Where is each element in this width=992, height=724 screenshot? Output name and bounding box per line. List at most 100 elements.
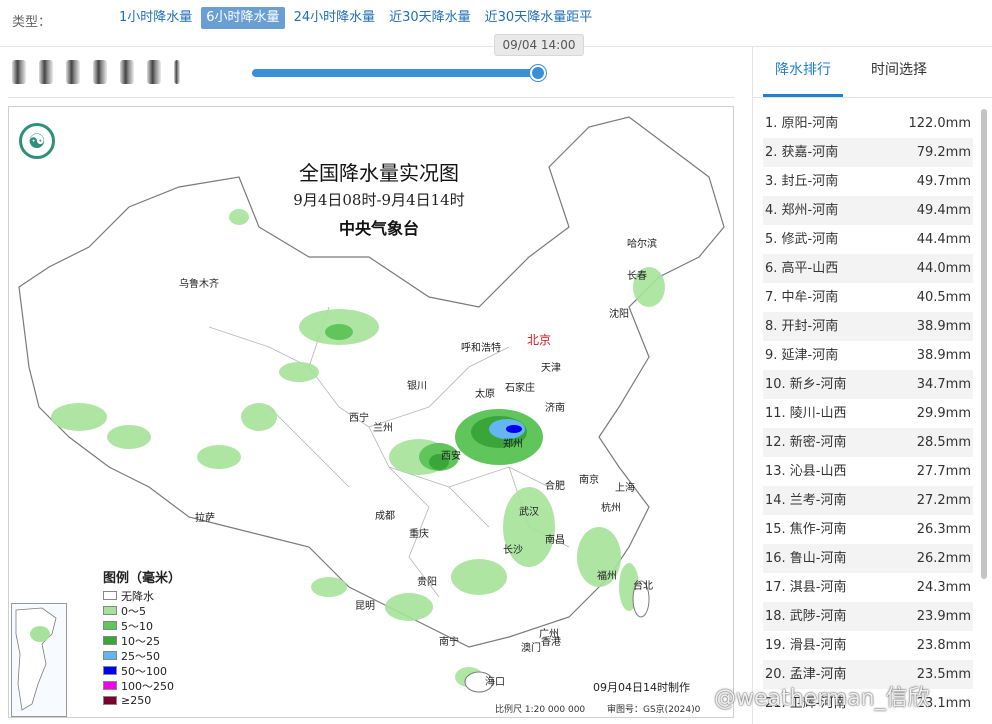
frame-thumb[interactable] [66, 60, 80, 84]
city-label: 长沙 [503, 545, 523, 556]
city-label: 石家庄 [505, 383, 535, 394]
south-china-sea-inset [11, 603, 67, 717]
city-label: 银川 [407, 381, 427, 392]
city-label: 南昌 [545, 535, 565, 546]
frame-thumb[interactable] [39, 60, 53, 84]
ranking-tabs: 降水排行 时间选择 [763, 47, 939, 97]
station-name: 7. 中牟-河南 [765, 290, 839, 305]
ranking-row[interactable]: 18. 武陟-河南 23.9mm [763, 602, 973, 631]
legend-swatch [103, 651, 117, 660]
legend-label: 100～250 [121, 679, 174, 693]
time-slider-track[interactable] [252, 69, 540, 77]
city-label: 哈尔滨 [627, 239, 657, 250]
cma-logo: ☯ [19, 123, 55, 159]
city-label-capital: 北京 [527, 333, 552, 347]
city-label: 西安 [441, 451, 461, 462]
ranking-row[interactable]: 19. 滑县-河南 23.8mm [763, 631, 973, 660]
time-slider-handle[interactable] [530, 65, 546, 81]
type-tabs: 1小时降水量 6小时降水量 24小时降水量 近30天降水量 近30天降水量距平 [114, 7, 597, 29]
ranking-row[interactable]: 9. 延津-河南 38.9mm [763, 341, 973, 370]
city-label: 呼和浩特 [461, 343, 501, 354]
legend-row: 无降水 [103, 588, 197, 603]
legend-swatch [103, 666, 117, 675]
legend-row: 0～5 [103, 603, 197, 618]
ranking-row[interactable]: 4. 郑州-河南 49.4mm [763, 196, 973, 225]
frame-thumb[interactable] [120, 60, 134, 84]
ranking-row[interactable]: 16. 鲁山-河南 26.2mm [763, 544, 973, 573]
city-label: 南宁 [439, 637, 459, 648]
precip-value: 40.5mm [916, 290, 971, 305]
legend-row: 5～10 [103, 618, 197, 633]
ranking-row[interactable]: 17. 淇县-河南 24.3mm [763, 573, 973, 602]
station-name: 13. 沁县-山西 [765, 464, 847, 479]
ranking-row[interactable]: 14. 兰考-河南 27.2mm [763, 486, 973, 515]
map-subtitle: 9月4日08时-9月4日14时 [293, 191, 465, 209]
ranking-row[interactable]: 13. 沁县-山西 27.7mm [763, 457, 973, 486]
type-row: 类型： 1小时降水量 6小时降水量 24小时降水量 近30天降水量 近30天降水… [0, 0, 992, 38]
legend-row: 10～25 [103, 633, 197, 648]
ranking-row[interactable]: 7. 中牟-河南 40.5mm [763, 283, 973, 312]
legend-row: 25～50 [103, 648, 197, 663]
city-label: 贵阳 [417, 577, 437, 588]
station-name: 3. 封丘-河南 [765, 174, 839, 189]
ranking-row[interactable]: 1. 原阳-河南 122.0mm [763, 109, 973, 138]
tabs-divider [753, 97, 992, 98]
ranking-row[interactable]: 12. 新密-河南 28.5mm [763, 428, 973, 457]
ranking-row[interactable]: 11. 陵川-山西 29.9mm [763, 399, 973, 428]
tab-precip-ranking[interactable]: 降水排行 [763, 47, 843, 97]
legend-label: 5～10 [121, 619, 153, 633]
ranking-row[interactable]: 15. 焦作-河南 26.3mm [763, 515, 973, 544]
frame-thumb[interactable] [174, 60, 180, 84]
precip-value: 49.7mm [916, 174, 971, 189]
precip-value: 122.0mm [908, 116, 971, 131]
legend-label: 0～5 [121, 604, 146, 618]
precip-value: 23.8mm [916, 638, 971, 653]
ranking-row[interactable]: 10. 新乡-河南 34.7mm [763, 370, 973, 399]
precip-value: 38.9mm [916, 319, 971, 334]
tab-time-select[interactable]: 时间选择 [859, 47, 939, 97]
station-name: 10. 新乡-河南 [765, 377, 847, 392]
precip-value: 28.5mm [916, 435, 971, 450]
map-organization: 中央气象台 [338, 219, 419, 238]
tab-1h-precip[interactable]: 1小时降水量 [114, 7, 197, 29]
station-name: 8. 开封-河南 [765, 319, 839, 334]
tab-30d-anomaly[interactable]: 近30天降水量距平 [480, 7, 598, 29]
city-label: 合肥 [545, 481, 565, 492]
mid-divider [8, 97, 734, 98]
ranking-row[interactable]: 2. 获嘉-河南 79.2mm [763, 138, 973, 167]
city-label: 武汉 [519, 507, 539, 518]
tab-6h-precip[interactable]: 6小时降水量 [201, 7, 285, 29]
city-label: 澳门 [521, 643, 541, 654]
station-name: 16. 鲁山-河南 [765, 551, 847, 566]
ranking-row[interactable]: 3. 封丘-河南 49.7mm [763, 167, 973, 196]
tab-30d-precip[interactable]: 近30天降水量 [384, 7, 476, 29]
map-legend: 图例（毫米） 无降水 0～5 5～10 10～25 25～50 50～100 1… [103, 567, 197, 708]
city-label: 沈阳 [609, 309, 629, 320]
precip-value: 44.4mm [916, 232, 971, 247]
ranking-scrollbar[interactable] [981, 109, 987, 579]
legend-label: ≥250 [121, 694, 152, 707]
city-label: 乌鲁木齐 [179, 279, 219, 290]
precip-value: 49.4mm [916, 203, 971, 218]
legend-label: 无降水 [121, 589, 154, 603]
made-by-note: 09月04日14时制作 [593, 681, 690, 694]
watermark: @weatherman_信欣 [714, 686, 930, 711]
city-label: 长春 [627, 271, 647, 282]
frame-thumb[interactable] [147, 60, 161, 84]
city-label: 上海 [615, 483, 635, 494]
city-label: 成都 [375, 511, 395, 522]
station-name: 11. 陵川-山西 [765, 406, 847, 421]
precip-value: 34.7mm [916, 377, 971, 392]
tab-24h-precip[interactable]: 24小时降水量 [289, 7, 381, 29]
city-label: 福州 [597, 571, 617, 582]
ranking-row[interactable]: 8. 开封-河南 38.9mm [763, 312, 973, 341]
legend-label: 10～25 [121, 634, 160, 648]
ranking-row[interactable]: 5. 修武-河南 44.4mm [763, 225, 973, 254]
legend-swatch [103, 696, 117, 705]
city-label: 昆明 [355, 601, 375, 612]
frame-thumb[interactable] [12, 60, 26, 84]
precip-value: 26.3mm [916, 522, 971, 537]
frame-thumb[interactable] [93, 60, 107, 84]
precip-value: 27.2mm [916, 493, 971, 508]
ranking-row[interactable]: 6. 高平-山西 44.0mm [763, 254, 973, 283]
